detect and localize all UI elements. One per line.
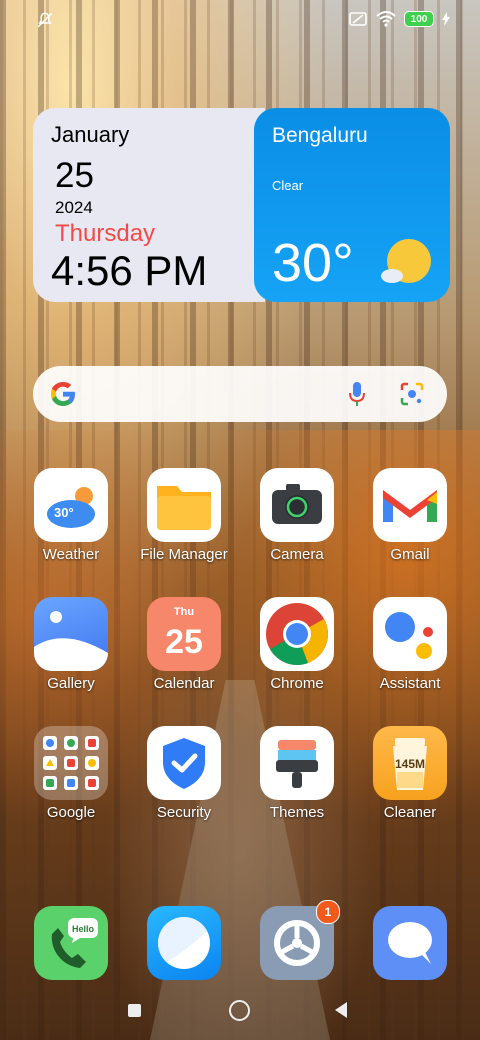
wifi-icon	[376, 11, 396, 27]
weather-temperature: 30°	[272, 233, 354, 293]
date-year: 2024	[55, 198, 93, 217]
app-weather[interactable]: 30° Weather	[14, 468, 128, 563]
google-logo-icon	[51, 382, 75, 406]
microphone-icon[interactable]	[347, 381, 367, 407]
messages-icon	[373, 906, 447, 980]
app-label-camera: Camera	[270, 546, 324, 563]
app-chrome[interactable]: Chrome	[240, 597, 354, 692]
app-label-weather: Weather	[42, 546, 100, 563]
dock-settings[interactable]: 1	[240, 900, 354, 980]
google-folder-icon	[34, 726, 108, 800]
phone-bubble-text: Hello	[72, 924, 95, 934]
dock-phone[interactable]: Hello	[14, 906, 128, 980]
notifications-off-icon	[37, 12, 53, 28]
weather-city: Bengaluru	[272, 124, 368, 147]
security-shield-icon	[147, 726, 221, 800]
app-file-manager[interactable]: File Manager	[127, 468, 241, 563]
app-label-gallery: Gallery	[47, 675, 95, 692]
phone-icon: Hello	[34, 906, 108, 980]
browser-icon	[147, 906, 221, 980]
weather-widget[interactable]: Bengaluru Clear 30°	[254, 108, 450, 302]
app-assistant[interactable]: Assistant	[353, 597, 467, 692]
no-sim-icon	[349, 12, 367, 26]
app-label-assistant: Assistant	[379, 675, 441, 692]
gmail-icon	[373, 468, 447, 542]
calendar-icon: Thu 25	[147, 597, 221, 671]
app-label-chrome: Chrome	[270, 675, 324, 692]
google-search-bar[interactable]	[33, 366, 447, 422]
app-label-security: Security	[156, 804, 212, 821]
dock-messages[interactable]	[353, 906, 467, 980]
calendar-icon-weekday: Thu	[174, 606, 194, 618]
weather-app-icon: 30°	[34, 468, 108, 542]
cleaner-icon: 145M	[373, 726, 447, 800]
settings-icon: 1	[260, 900, 340, 980]
chrome-icon	[260, 597, 334, 671]
weather-icon-text: 30°	[54, 505, 74, 520]
calendar-icon-day: 25	[165, 623, 203, 661]
lens-icon[interactable]	[399, 381, 425, 407]
recents-button[interactable]	[128, 1004, 141, 1017]
cleaner-icon-text: 145M	[395, 757, 425, 771]
back-button[interactable]	[335, 1002, 347, 1018]
app-themes[interactable]: Themes	[240, 726, 354, 821]
clock-date-widget[interactable]: January 25 2024 Thursday 4:56 PM	[33, 108, 265, 302]
date-month: January	[51, 122, 130, 147]
app-label-themes: Themes	[269, 804, 325, 821]
gallery-icon	[34, 597, 108, 671]
date-weekday: Thursday	[55, 220, 156, 247]
app-label-google: Google	[46, 804, 96, 821]
app-label-calendar: Calendar	[153, 675, 215, 692]
date-day: 25	[55, 156, 94, 195]
home-button[interactable]	[229, 1000, 250, 1021]
app-label-cleaner: Cleaner	[383, 804, 437, 821]
app-folder-google[interactable]: Google	[14, 726, 128, 821]
app-label-gmail: Gmail	[390, 546, 430, 563]
clock-time: 4:56 PM	[51, 247, 208, 294]
app-gmail[interactable]: Gmail	[353, 468, 467, 563]
navigation-bar	[0, 990, 480, 1030]
app-gallery[interactable]: Gallery	[14, 597, 128, 692]
charging-icon	[442, 12, 450, 26]
status-bar: 100	[0, 0, 480, 40]
dock-browser[interactable]	[127, 906, 241, 980]
weather-condition: Clear	[272, 178, 304, 193]
assistant-icon	[373, 597, 447, 671]
themes-brush-icon	[260, 726, 334, 800]
camera-icon	[260, 468, 334, 542]
app-cleaner[interactable]: 145M Cleaner	[353, 726, 467, 821]
folder-icon	[147, 468, 221, 542]
battery-icon: 100	[404, 11, 434, 27]
app-security[interactable]: Security	[127, 726, 241, 821]
app-calendar[interactable]: Thu 25 Calendar	[127, 597, 241, 692]
app-camera[interactable]: Camera	[240, 468, 354, 563]
notification-badge: 1	[316, 900, 340, 924]
app-label-file-manager: File Manager	[140, 546, 228, 563]
sun-cloud-icon	[381, 239, 431, 283]
